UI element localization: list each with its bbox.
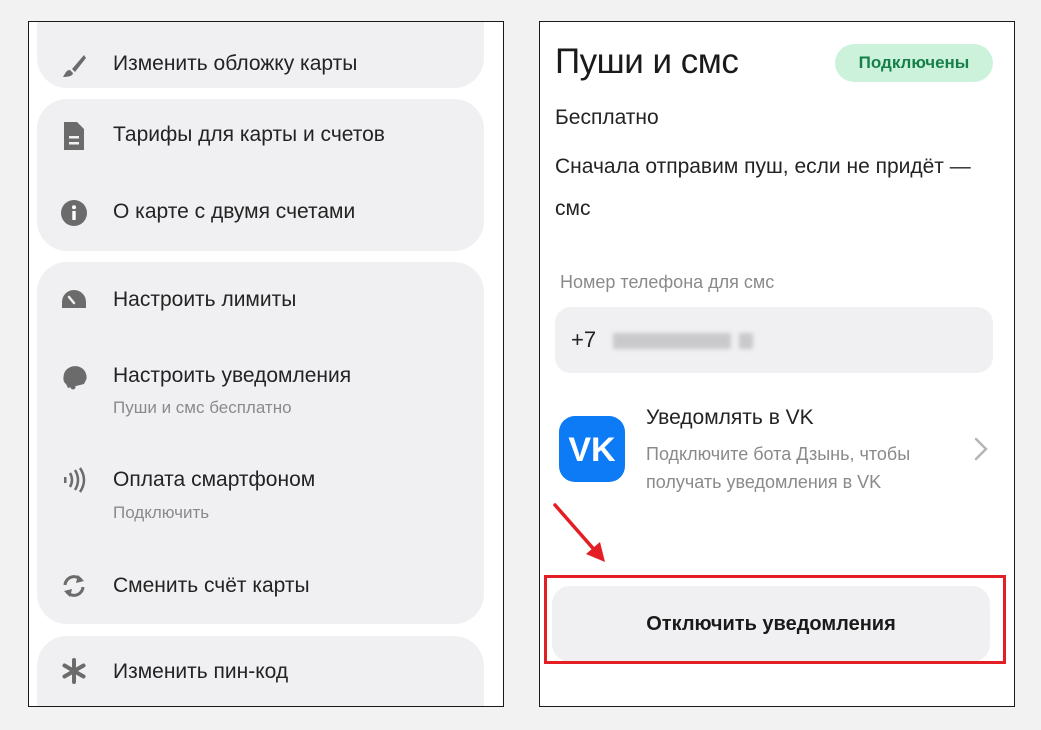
document-icon [59, 121, 89, 151]
menu-item-label: О карте с двумя счетами [113, 200, 356, 223]
card-settings-group: Настроить лимиты Настроить уведомления П… [37, 262, 484, 624]
menu-item-limits[interactable]: Настроить лимиты [37, 270, 484, 330]
card-info-group: Тарифы для карты и счетов О карте с двум… [37, 99, 484, 251]
vk-notify-title: Уведомлять в VK [646, 406, 814, 429]
price-text: Бесплатно [555, 106, 659, 129]
menu-item-smartphone-pay[interactable]: Оплата смартфоном Подключить [37, 451, 484, 531]
speedometer-icon [59, 285, 89, 315]
menu-item-change-account[interactable]: Сменить счёт карты [37, 557, 484, 617]
menu-item-label: Настроить уведомления [113, 364, 352, 387]
phone-number-redacted [739, 333, 753, 349]
menu-item-two-accounts[interactable]: О карте с двумя счетами [37, 183, 484, 243]
menu-item-card-cover[interactable]: Изменить обложку карты [37, 38, 484, 98]
menu-item-label: Оплата смартфоном [113, 468, 316, 491]
menu-item-label: Изменить обложку карты [113, 52, 358, 75]
menu-item-label: Настроить лимиты [113, 288, 297, 311]
description-text: Сначала отправим пуш, если не придёт — с… [555, 155, 971, 220]
vk-notify-subtitle: Подключите бота Дзынь, чтобы получать ув… [646, 444, 911, 492]
phone-number-redacted [613, 333, 731, 349]
page-title: Пуши и смс [555, 42, 739, 81]
brush-icon [59, 51, 89, 81]
phone-prefix: +7 [571, 327, 597, 352]
info-icon [59, 198, 89, 228]
red-arrow-annotation [553, 503, 605, 562]
pin-group: Изменить пин-код [37, 636, 484, 706]
status-badge: Подключены [835, 44, 993, 82]
vk-logo-icon: VK [559, 416, 625, 482]
menu-item-tariffs[interactable]: Тарифы для карты и счетов [37, 106, 484, 166]
menu-item-label: Изменить пин-код [113, 660, 289, 683]
menu-item-notifications[interactable]: Настроить уведомления Пуши и смс бесплат… [37, 346, 484, 426]
menu-item-sublabel: Пуши и смс бесплатно [113, 398, 292, 417]
menu-item-label: Сменить счёт карты [113, 574, 310, 597]
nfc-icon [59, 465, 89, 495]
swap-arrows-icon [59, 571, 89, 601]
phone-field[interactable]: +7 [555, 307, 993, 373]
phone-field-label: Номер телефона для смс [560, 272, 775, 292]
menu-item-change-pin[interactable]: Изменить пин-код [37, 642, 484, 702]
push-sms-screen: Пуши и смс Подключены Бесплатно Сначала … [539, 21, 1015, 707]
vk-logo-text: VK [568, 431, 616, 469]
chevron-right-icon [974, 437, 988, 466]
card-cover-group: Изменить обложку карты [37, 22, 484, 88]
menu-item-sublabel: Подключить [113, 503, 210, 522]
card-settings-screen: Изменить обложку карты Тарифы для карты … [28, 21, 504, 707]
menu-item-label: Тарифы для карты и счетов [113, 123, 385, 146]
bell-icon [59, 362, 89, 392]
disable-notifications-button[interactable]: Отключить уведомления [552, 586, 990, 662]
asterisk-icon [59, 656, 89, 686]
